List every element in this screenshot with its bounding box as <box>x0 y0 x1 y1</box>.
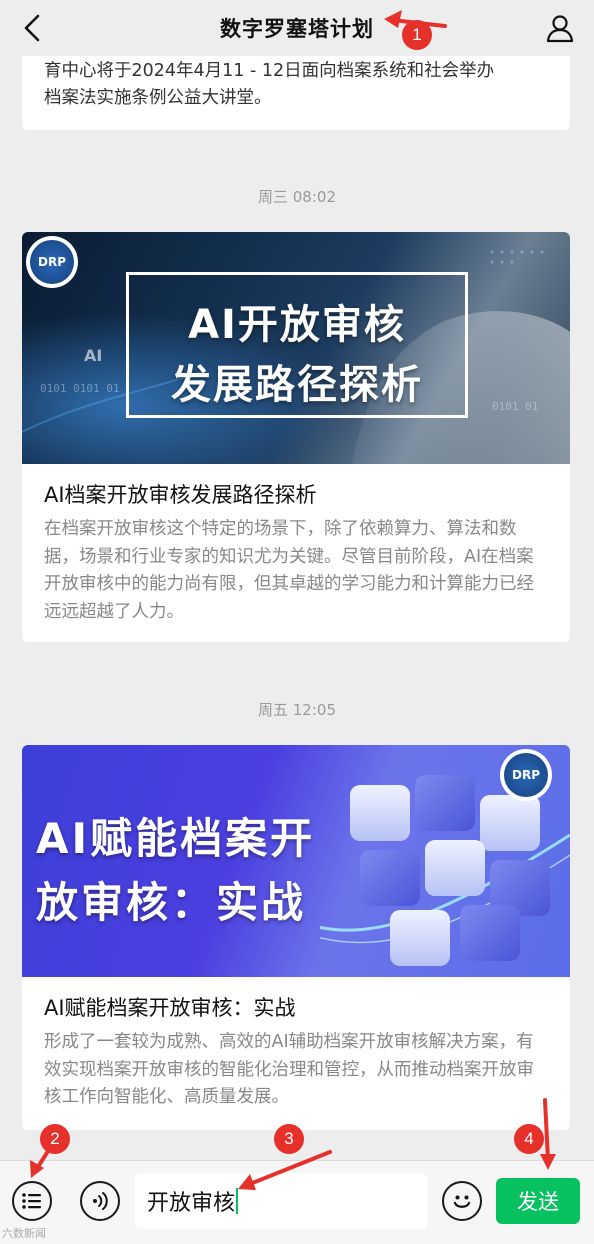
annotation-marker-2: 2 <box>40 1124 70 1154</box>
cover-title-line2: 放审核：实战 <box>36 878 307 927</box>
article-card[interactable]: 0101 0101 01 0101 01 AI DRP AI开放审核 发展路径探… <box>22 232 570 642</box>
cover-title-line1: AI赋能档案开 <box>36 814 316 863</box>
cover-ai-text: AI <box>84 346 103 365</box>
article-body: AI赋能档案开放审核：实战 形成了一套较为成熟、高效的AI辅助档案开放审核解决方… <box>22 977 570 1130</box>
article-cover-image: DRP AI赋能档案开 放审核：实战 <box>22 745 570 977</box>
watermark-text: 六数新闻 <box>2 1227 46 1240</box>
message-input[interactable]: 开放审核 <box>135 1173 427 1229</box>
person-icon <box>546 15 574 43</box>
article-cover-image: 0101 0101 01 0101 01 AI DRP AI开放审核 发展路径探… <box>22 232 570 464</box>
input-bar: 开放审核 发送 <box>0 1160 594 1244</box>
partial-message-line2: 档案法实施条例公益大讲堂。 <box>44 88 272 108</box>
chat-title: 数字罗塞塔计划 <box>220 17 374 41</box>
article-title: AI档案开放审核发展路径探析 <box>44 483 317 507</box>
message-timestamp: 周三 08:02 <box>258 188 336 206</box>
article-title: AI赋能档案开放审核：实战 <box>44 996 296 1020</box>
list-menu-icon <box>22 1193 41 1209</box>
voice-button[interactable] <box>80 1181 120 1221</box>
drp-logo: DRP <box>26 236 78 288</box>
send-button[interactable]: 发送 <box>496 1178 580 1224</box>
cover-title-line2: 发展路径探析 <box>171 362 423 408</box>
profile-button[interactable] <box>542 10 578 46</box>
cover-title-line1: AI开放审核 <box>188 302 406 348</box>
article-description: 形成了一套较为成熟、高效的AI辅助档案开放审核解决方案，有效实现档案开放审核的智… <box>44 1032 534 1107</box>
back-button[interactable] <box>14 10 50 46</box>
chat-header: 数字罗塞塔计划 <box>0 0 594 56</box>
article-card[interactable]: DRP AI赋能档案开 放审核：实战 AI赋能档案开放审核：实战 形成了一套较为… <box>22 745 570 1130</box>
chevron-left-icon <box>24 14 40 42</box>
menu-button[interactable] <box>12 1181 52 1221</box>
cover-decoration: 0101 01 <box>492 400 539 413</box>
annotation-marker-3: 3 <box>274 1124 304 1154</box>
emoji-button[interactable] <box>442 1181 482 1221</box>
text-cursor <box>236 1188 239 1214</box>
drp-logo: DRP <box>500 749 552 801</box>
message-timestamp: 周五 12:05 <box>258 701 336 719</box>
partial-message-line1: 育中心将于2024年4月11 - 12日面向档案系统和社会举办 <box>44 61 495 81</box>
message-feed[interactable]: 育中心将于2024年4月11 - 12日面向档案系统和社会举办 档案法实施条例公… <box>0 0 594 1160</box>
message-input-value: 开放审核 <box>147 1191 236 1216</box>
cover-decoration: 0101 0101 01 <box>40 382 120 395</box>
article-description: 在档案开放审核这个特定的场景下，除了依赖算力、算法和数据，场景和行业专家的知识尤… <box>44 519 534 622</box>
article-body: AI档案开放审核发展路径探析 在档案开放审核这个特定的场景下，除了依赖算力、算法… <box>22 464 570 642</box>
voice-icon <box>93 1192 108 1210</box>
annotation-marker-1: 1 <box>402 20 432 50</box>
annotation-marker-4: 4 <box>514 1124 544 1154</box>
emoji-icon <box>453 1195 471 1208</box>
